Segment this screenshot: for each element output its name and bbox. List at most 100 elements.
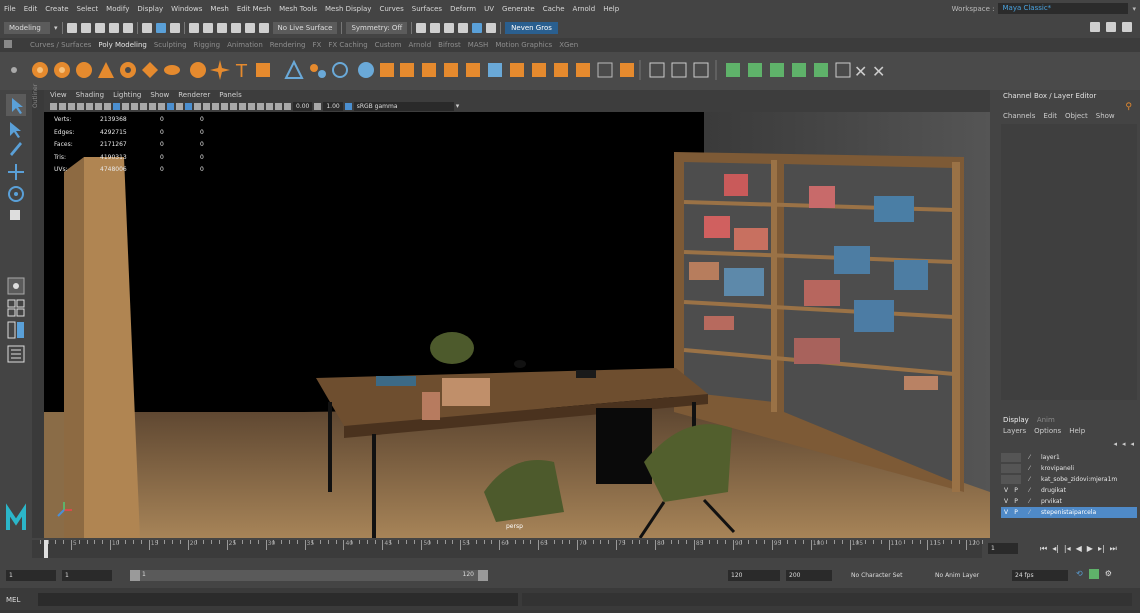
play-forwards-icon[interactable]: ▶ <box>1087 544 1093 554</box>
auto-key-icon[interactable] <box>1088 569 1099 579</box>
menu-generate[interactable]: Generate <box>502 5 535 13</box>
safe-action-icon[interactable] <box>131 102 138 110</box>
fps-dropdown[interactable]: 24 fps <box>1012 570 1068 581</box>
shelf-tab-animation[interactable]: Animation <box>227 41 263 49</box>
layer-color-swatch[interactable]: ⁄ <box>1029 476 1041 483</box>
move-tool-icon[interactable] <box>8 164 24 180</box>
resolution-gate-icon[interactable] <box>104 102 111 110</box>
layer-row[interactable]: V P ⁄ drugikat <box>1001 485 1137 496</box>
snap-grid-icon[interactable] <box>188 23 199 33</box>
textured-icon[interactable] <box>185 102 192 110</box>
open-scene-icon[interactable] <box>80 23 91 33</box>
render-frame-icon[interactable] <box>430 23 441 33</box>
outliner-layout-icon[interactable] <box>7 345 25 363</box>
menu-file[interactable]: File <box>4 5 16 13</box>
shelf-tab-fx[interactable]: FX <box>313 41 322 49</box>
live-surface-field[interactable]: No Live Surface <box>272 22 338 34</box>
menu-arnold[interactable]: Arnold <box>573 5 596 13</box>
menu-help[interactable]: Help <box>603 5 619 13</box>
layer-visibility-toggle[interactable] <box>1001 464 1021 473</box>
film-gate-icon[interactable] <box>95 102 102 110</box>
menu-set-dropdown[interactable]: Modeling <box>4 22 50 34</box>
shelf-tab-bifrost[interactable]: Bifrost <box>438 41 461 49</box>
range-slider-bar[interactable]: 1 120 <box>130 570 488 581</box>
grid-toggle-icon[interactable] <box>86 102 93 110</box>
mel-command-input[interactable] <box>38 593 518 606</box>
shelf-menu-icon[interactable] <box>4 40 12 48</box>
isolate-select-icon[interactable] <box>248 102 255 110</box>
layer-color-swatch[interactable]: ⁄ <box>1029 454 1041 461</box>
move-layer-up-icon[interactable]: ◂ <box>1113 440 1117 448</box>
save-scene-icon[interactable] <box>94 23 105 33</box>
exposure-field[interactable]: 0.00 <box>293 101 313 111</box>
new-scene-icon[interactable] <box>66 23 77 33</box>
viewport-menu-show[interactable]: Show <box>150 91 169 99</box>
menu-select[interactable]: Select <box>77 5 99 13</box>
menu-uv[interactable]: UV <box>484 5 494 13</box>
chevron-down-icon[interactable]: ▾ <box>1132 5 1136 13</box>
select-tool-icon[interactable] <box>6 94 26 116</box>
redo-icon[interactable] <box>122 23 133 33</box>
layer-menu-layers[interactable]: Layers <box>1003 427 1026 435</box>
menu-mesh[interactable]: Mesh <box>210 5 228 13</box>
playback-start-field[interactable]: 1 <box>62 570 112 581</box>
shadows-icon[interactable] <box>203 102 210 110</box>
step-back-key-icon[interactable]: ◂| <box>1052 544 1059 554</box>
layer-color-swatch[interactable]: ⁄ <box>1029 487 1041 494</box>
layer-row[interactable]: ⁄ layer1 <box>1001 452 1137 463</box>
go-to-start-icon[interactable]: ⏮ <box>1040 544 1047 554</box>
shelf-tab-rigging[interactable]: Rigging <box>194 41 221 49</box>
step-back-frame-icon[interactable]: |◂ <box>1064 544 1071 554</box>
character-set-dropdown[interactable]: No Character Set <box>848 570 924 581</box>
xray-icon[interactable] <box>257 102 264 110</box>
shelf-tab-xgen[interactable]: XGen <box>559 41 578 49</box>
shelf-tab-poly-modeling[interactable]: Poly Modeling <box>98 41 146 49</box>
hypershade-icon[interactable] <box>472 23 483 33</box>
menu-modify[interactable]: Modify <box>106 5 129 13</box>
xray-components-icon[interactable] <box>275 102 282 110</box>
smooth-shade-icon[interactable] <box>158 102 165 110</box>
viewport-menu-shading[interactable]: Shading <box>76 91 104 99</box>
animation-start-field[interactable]: 1 <box>6 570 56 581</box>
select-component-icon[interactable] <box>169 23 180 33</box>
attribute-editor-icon[interactable] <box>1106 22 1116 32</box>
shelf-tab-curves-surfaces[interactable]: Curves / Surfaces <box>30 41 91 49</box>
layer-row-selected[interactable]: V P ⁄ stepenistaiparcela <box>1001 507 1137 518</box>
layer-visibility-toggle[interactable]: V <box>1001 487 1011 494</box>
layer-visibility-toggle[interactable]: V <box>1001 509 1011 516</box>
wireframe-icon[interactable] <box>149 102 156 110</box>
tab-display[interactable]: Display <box>1003 416 1029 424</box>
gamma-icon[interactable] <box>314 102 322 110</box>
color-management-icon[interactable] <box>344 102 352 110</box>
shelf-tab-fx-caching[interactable]: FX Caching <box>328 41 367 49</box>
go-to-end-icon[interactable]: ⏭ <box>1110 544 1117 554</box>
workspace-selector[interactable]: Workspace : Maya Classic* ▾ <box>952 3 1136 14</box>
symmetry-dropdown[interactable]: Symmetry: Off <box>346 22 408 34</box>
view-transform-dropdown[interactable]: sRGB gamma <box>353 101 454 111</box>
gate-mask-icon[interactable] <box>113 102 120 110</box>
layer-menu-help[interactable]: Help <box>1069 427 1085 435</box>
paint-select-tool-icon[interactable] <box>10 142 22 156</box>
shelf-tab-arnold[interactable]: Arnold <box>409 41 432 49</box>
layer-row[interactable]: V P ⁄ prvikat <box>1001 496 1137 507</box>
snap-pivot-icon[interactable] <box>258 23 269 33</box>
layer-color-swatch[interactable]: ⁄ <box>1029 465 1041 472</box>
menu-mesh-display[interactable]: Mesh Display <box>325 5 371 13</box>
chevron-down-icon[interactable]: ▾ <box>54 24 58 32</box>
step-forward-frame-icon[interactable]: ▸| <box>1098 544 1105 554</box>
side-by-side-view-icon[interactable] <box>7 321 24 339</box>
layer-playback-toggle[interactable]: P <box>1011 487 1021 494</box>
viewport-menu-lighting[interactable]: Lighting <box>113 91 141 99</box>
loop-icon[interactable]: ⟲ <box>1076 569 1083 579</box>
gamma-field[interactable]: 1.00 <box>323 101 343 111</box>
shelf-tab-custom[interactable]: Custom <box>375 41 402 49</box>
snap-view-plane-icon[interactable] <box>230 23 241 33</box>
menu-surfaces[interactable]: Surfaces <box>412 5 442 13</box>
current-frame-field[interactable]: 1 <box>988 543 1018 554</box>
field-chart-icon[interactable] <box>122 102 129 110</box>
snap-point-icon[interactable] <box>216 23 227 33</box>
layer-playback-toggle[interactable]: P <box>1011 509 1021 516</box>
bookmarks-icon[interactable] <box>68 102 75 110</box>
exposure-icon[interactable] <box>284 102 291 110</box>
workspace-dropdown[interactable]: Maya Classic* <box>998 3 1129 14</box>
